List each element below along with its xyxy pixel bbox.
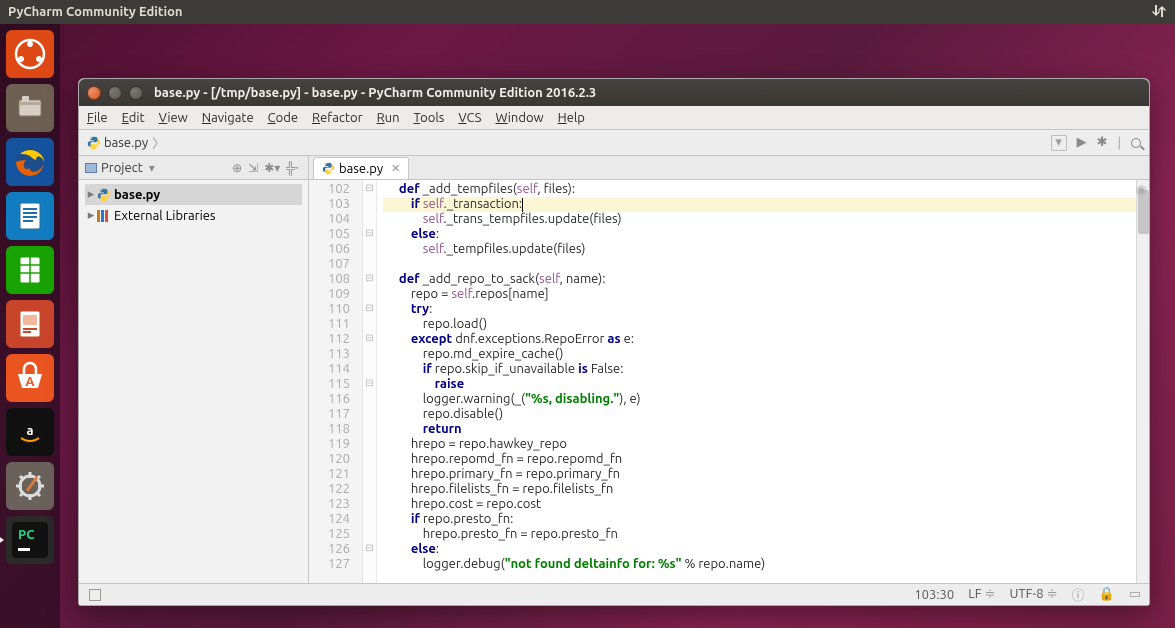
breadcrumb[interactable]: base.py 〉 — [87, 133, 165, 152]
editor-area: base.py ✕ 102103104105106107108109110111… — [309, 156, 1149, 583]
window-close-button[interactable] — [87, 86, 101, 100]
window-titlebar[interactable]: base.py - [/tmp/base.py] - base.py - PyC… — [79, 79, 1149, 106]
ubuntu-top-panel: PyCharm Community Edition — [0, 0, 1175, 24]
tree-expander-icon[interactable]: ▸ — [85, 187, 97, 202]
chevron-down-icon: ≑ — [985, 587, 996, 601]
close-tab-icon[interactable]: ✕ — [391, 162, 400, 175]
tool-settings-icon[interactable]: ✱▾ — [264, 161, 280, 175]
project-tool-header: Project ▾ ⊕ ⇲ ✱▾ ╬╴ — [79, 156, 308, 180]
tree-expander-icon[interactable]: ▸ — [85, 208, 97, 223]
editor-tab[interactable]: base.py ✕ — [313, 157, 409, 179]
breadcrumb-file: base.py — [104, 136, 148, 150]
network-indicator-icon[interactable] — [1151, 3, 1167, 22]
file-encoding[interactable]: UTF-8 ≑ — [1010, 587, 1058, 602]
line-separator[interactable]: LF ≑ — [968, 587, 995, 602]
menu-vcs[interactable]: VCS — [458, 111, 481, 125]
launcher-firefox-icon[interactable] — [6, 138, 54, 186]
launcher-amazon-icon[interactable]: a — [6, 408, 54, 456]
window-maximize-button[interactable] — [129, 86, 143, 100]
launcher-impress-icon[interactable] — [6, 300, 54, 348]
editor-tab-bar: base.py ✕ — [309, 156, 1149, 180]
search-everywhere-icon[interactable] — [1131, 138, 1141, 148]
chevron-down-icon: ≑ — [1047, 587, 1058, 601]
toolbar-separator: | — [1118, 136, 1122, 150]
pycharm-window: base.py - [/tmp/base.py] - base.py - PyC… — [78, 78, 1150, 606]
hector-icon[interactable]: ⓘ — [1072, 585, 1085, 604]
code-content[interactable]: def _add_tempfiles(self, files): if self… — [377, 180, 1149, 583]
python-file-icon — [87, 136, 101, 150]
launcher-settings-icon[interactable] — [6, 462, 54, 510]
project-tree[interactable]: ▸ base.py ▸ External Libraries — [79, 180, 308, 230]
window-title: base.py - [/tmp/base.py] - base.py - PyC… — [154, 86, 596, 100]
libraries-icon — [97, 210, 111, 222]
launcher-files-icon[interactable] — [6, 84, 54, 132]
menu-bar: File Edit View Navigate Code Refactor Run Tools… — [79, 106, 1149, 130]
svg-text:a: a — [26, 424, 33, 438]
menu-code[interactable]: Code — [268, 111, 298, 125]
menu-refactor[interactable]: Refactor — [312, 111, 363, 125]
scroll-from-source-icon[interactable]: ⊕ — [232, 161, 242, 175]
chevron-down-icon[interactable]: ▾ — [149, 161, 155, 175]
tree-node-label: base.py — [114, 188, 160, 202]
window-minimize-button[interactable] — [108, 86, 122, 100]
menu-edit[interactable]: Edit — [122, 111, 145, 125]
launcher-software-icon[interactable]: A — [6, 354, 54, 402]
menu-window[interactable]: Window — [495, 111, 543, 125]
menu-tools[interactable]: Tools — [414, 111, 445, 125]
svg-text:A: A — [25, 375, 35, 389]
python-file-icon — [97, 188, 111, 202]
debug-button-icon[interactable]: ✱ — [1097, 135, 1108, 150]
inspection-eye-icon[interactable]: ◉ — [1136, 183, 1147, 198]
launcher-writer-icon[interactable] — [6, 192, 54, 240]
external-libraries-node[interactable]: ▸ External Libraries — [85, 205, 302, 226]
line-number-gutter[interactable]: 1021031041051061071081091101111121131141… — [309, 180, 363, 583]
project-root-node[interactable]: ▸ base.py — [85, 184, 302, 205]
run-button-icon[interactable]: ▶ — [1077, 135, 1087, 150]
project-tool-window: Project ▾ ⊕ ⇲ ✱▾ ╬╴ ▸ base.py ▸ — [79, 156, 309, 583]
project-view-icon[interactable] — [85, 163, 97, 173]
editor-scrollbar[interactable]: ◉ — [1136, 180, 1149, 583]
python-file-icon — [322, 162, 335, 175]
unity-launcher: Aa PC — [0, 24, 60, 628]
hide-tool-icon[interactable]: ╬╴ — [286, 161, 302, 175]
event-log-icon[interactable]: ▭ — [1129, 587, 1141, 602]
menu-file[interactable]: File — [87, 111, 108, 125]
menu-help[interactable]: Help — [558, 111, 585, 125]
menu-navigate[interactable]: Navigate — [202, 111, 254, 125]
tree-node-label: External Libraries — [114, 209, 216, 223]
collapse-all-icon[interactable]: ⇲ — [248, 161, 258, 175]
project-tool-title[interactable]: Project — [101, 161, 143, 175]
navigation-toolbar: base.py 〉 ▾ ▶ ✱ | — [79, 130, 1149, 156]
caret-position[interactable]: 103:30 — [914, 588, 954, 602]
menu-run[interactable]: Run — [377, 111, 400, 125]
launcher-calc-icon[interactable] — [6, 246, 54, 294]
launcher-pycharm-icon[interactable]: PC — [6, 516, 54, 564]
run-toolbar: ▾ ▶ ✱ | — [1051, 135, 1141, 151]
lock-icon[interactable]: 🔒 — [1099, 587, 1115, 602]
status-bar: 103:30 LF ≑ UTF-8 ≑ ⓘ 🔒 ▭ — [79, 583, 1149, 605]
launcher-dash-icon[interactable] — [6, 30, 54, 78]
editor-tab-label: base.py — [339, 162, 383, 176]
tool-windows-toggle-icon[interactable] — [89, 589, 101, 601]
svg-text:PC: PC — [18, 528, 35, 542]
fold-gutter[interactable]: ⊟⊟⊟⊟⊟⊟⊟ — [363, 180, 377, 583]
menu-view[interactable]: View — [159, 111, 188, 125]
code-editor[interactable]: 1021031041051061071081091101111121131141… — [309, 180, 1149, 583]
run-config-selector[interactable]: ▾ — [1051, 135, 1067, 151]
chevron-right-icon: 〉 — [152, 133, 165, 152]
panel-app-title: PyCharm Community Edition — [8, 5, 183, 19]
